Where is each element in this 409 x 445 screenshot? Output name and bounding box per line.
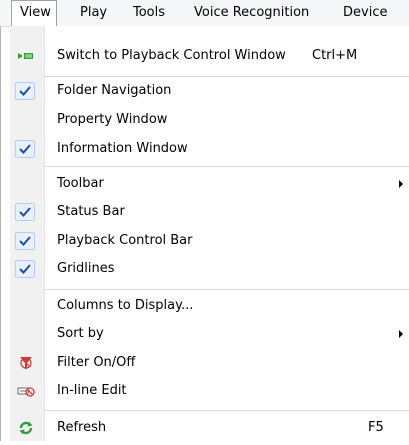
menu-item-label: Information Window [57, 141, 188, 156]
menu-item-label: Columns to Display... [57, 298, 194, 313]
menu-separator [44, 410, 409, 411]
menu-voice-recognition[interactable]: Voice Recognition [194, 0, 309, 25]
check-icon [15, 232, 35, 250]
menu-item-inline-edit[interactable]: In-line Edit [10, 379, 409, 403]
menu-item-property-window[interactable]: Property Window [10, 108, 409, 132]
menu-item-switch-playback[interactable]: Switch to Playback Control Window Ctrl+M [10, 44, 409, 68]
menu-separator [44, 76, 409, 77]
menu-item-shortcut: F5 [368, 420, 384, 435]
check-icon [15, 203, 35, 221]
menu-play[interactable]: Play [80, 0, 107, 25]
menu-item-gridlines[interactable]: Gridlines [10, 257, 409, 281]
inline-edit-icon [17, 383, 35, 399]
playback-window-icon [17, 48, 35, 64]
menu-item-label: Playback Control Bar [57, 233, 193, 248]
window-left-edge [0, 26, 1, 441]
menu-item-sort-by[interactable]: Sort by [10, 322, 409, 346]
filter-icon [17, 355, 35, 371]
check-icon [15, 140, 35, 158]
submenu-arrow-icon [399, 330, 403, 338]
menu-item-label: Switch to Playback Control Window [57, 48, 286, 63]
menu-item-label: Sort by [57, 326, 104, 341]
menu-separator [44, 166, 409, 167]
menu-item-status-bar[interactable]: Status Bar [10, 200, 409, 224]
submenu-arrow-icon [399, 180, 403, 188]
menu-item-shortcut: Ctrl+M [312, 48, 358, 63]
menu-bar: View Play Tools Voice Recognition Device [0, 0, 409, 27]
menu-tools[interactable]: Tools [133, 0, 165, 25]
check-icon [15, 82, 35, 100]
menu-item-label: Filter On/Off [57, 355, 136, 370]
menu-item-label: Toolbar [57, 176, 104, 191]
menu-item-columns-to-display[interactable]: Columns to Display... [10, 294, 409, 318]
menu-item-folder-navigation[interactable]: Folder Navigation [10, 79, 409, 103]
menu-item-playback-control-bar[interactable]: Playback Control Bar [10, 229, 409, 253]
menu-item-refresh[interactable]: Refresh F5 [10, 416, 409, 440]
menu-item-label: Gridlines [57, 261, 115, 276]
menu-item-label: Property Window [57, 112, 168, 127]
menu-item-toolbar[interactable]: Toolbar [10, 172, 409, 196]
menu-view[interactable]: View [11, 0, 57, 26]
refresh-icon [17, 420, 35, 436]
menu-item-filter-on-off[interactable]: Filter On/Off [10, 351, 409, 375]
menu-item-label: Status Bar [57, 204, 125, 219]
menu-device[interactable]: Device [343, 0, 387, 25]
menu-item-information-window[interactable]: Information Window [10, 137, 409, 161]
menu-item-label: In-line Edit [57, 383, 127, 398]
menu-separator [44, 289, 409, 290]
menu-item-label: Folder Navigation [57, 83, 172, 98]
check-icon [15, 260, 35, 278]
menu-item-label: Refresh [57, 420, 107, 435]
